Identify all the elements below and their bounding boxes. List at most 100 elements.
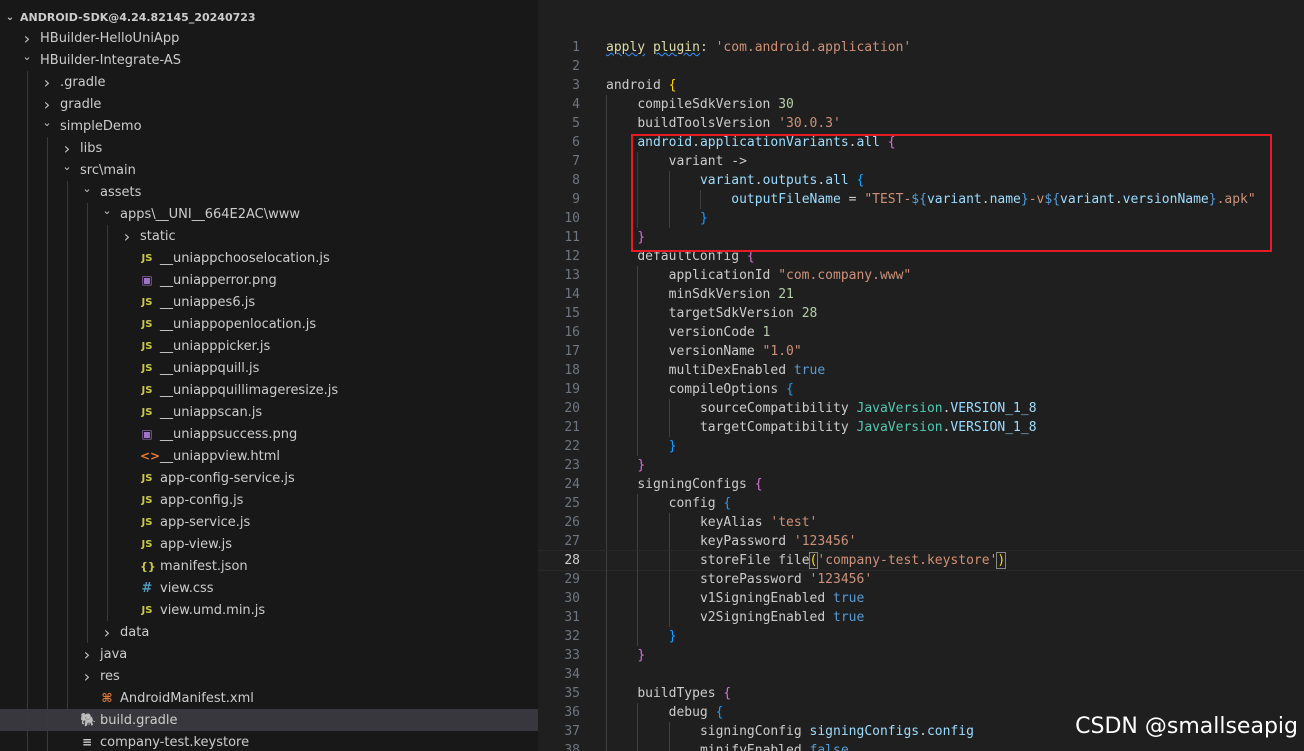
tree-indent-guide	[107, 225, 108, 621]
line-number: 29	[564, 572, 580, 587]
code-line[interactable]: 34	[538, 665, 1304, 684]
code-line[interactable]: 14 minSdkVersion 21	[538, 285, 1304, 304]
code-line[interactable]: 15 targetSdkVersion 28	[538, 304, 1304, 323]
code-token: multiDexEnabled	[668, 363, 787, 378]
tree-file[interactable]: JS app-config-service.js	[0, 467, 538, 489]
indent-guide	[606, 95, 607, 114]
code-line[interactable]: 35 buildTypes {	[538, 684, 1304, 703]
indent-guide	[637, 722, 639, 741]
code-text: targetSdkVersion 28	[669, 304, 818, 323]
code-line[interactable]: 1 apply plugin: 'com.android.application'	[538, 38, 1304, 57]
tree-folder[interactable]: › data	[0, 621, 538, 643]
tree-folder[interactable]: › static	[0, 225, 538, 247]
code-line[interactable]: 21 targetCompatibility JavaVersion.VERSIO…	[538, 418, 1304, 437]
tree-file[interactable]: JS app-config.js	[0, 489, 538, 511]
code-line[interactable]: 24 signingConfigs {	[538, 475, 1304, 494]
indent-guide	[668, 741, 670, 751]
line-number: 4	[572, 97, 580, 112]
code-line[interactable]: 5 buildToolsVersion '30.0.3'	[538, 114, 1304, 133]
code-text: storeFile file('company-test.keystore')	[700, 551, 1007, 570]
code-line[interactable]: 13 applicationId "com.company.www"	[538, 266, 1304, 285]
js-file-icon: JS	[141, 472, 153, 484]
tree-indent-guide	[27, 71, 28, 751]
tree-item-label: __uniappchooselocation.js	[160, 250, 330, 266]
tree-item-label: res	[100, 668, 120, 684]
tree-file[interactable]: {} manifest.json	[0, 555, 538, 577]
code-line[interactable]: 26 keyAlias 'test'	[538, 513, 1304, 532]
code-line[interactable]: 29 storePassword '123456'	[538, 570, 1304, 589]
code-line[interactable]: 2	[538, 57, 1304, 76]
code-line[interactable]: 33}	[538, 646, 1304, 665]
tree-file[interactable]: 🐘 build.gradle	[0, 709, 538, 731]
code-token: '123456'	[809, 572, 873, 587]
code-token: }	[668, 629, 677, 644]
indent-guide	[606, 456, 607, 475]
code-editor[interactable]: 1 apply plugin: 'com.android.application'…	[538, 0, 1304, 751]
tree-file[interactable]: JS __uniappscan.js	[0, 401, 538, 423]
code-line[interactable]: 32}	[538, 627, 1304, 646]
code-line[interactable]: 3 android {	[538, 76, 1304, 95]
explorer-root-header[interactable]: ⌄ ANDROID-SDK@4.24.82145_20240723	[0, 6, 538, 28]
code-line[interactable]: 22}	[538, 437, 1304, 456]
code-line[interactable]: 20 sourceCompatibility JavaVersion.VERSIO…	[538, 399, 1304, 418]
tree-item-label: __uniappopenlocation.js	[160, 316, 317, 332]
tree-folder[interactable]: › res	[0, 665, 538, 687]
code-line[interactable]: 4 compileSdkVersion 30	[538, 95, 1304, 114]
code-token: storePassword	[699, 572, 802, 587]
tree-indent-guide	[87, 203, 88, 643]
tree-file[interactable]: JS __uniappopenlocation.js	[0, 313, 538, 335]
code-line[interactable]: 17 versionName "1.0"	[538, 342, 1304, 361]
code-token: 'com.android.application'	[715, 40, 912, 55]
code-line[interactable]: 27 keyPassword '123456'	[538, 532, 1304, 551]
indent-guide	[637, 380, 639, 399]
line-number: 8	[572, 173, 580, 188]
tree-file[interactable]: <> __uniappview.html	[0, 445, 538, 467]
code-line[interactable]: 31 v2SigningEnabled true	[538, 608, 1304, 627]
code-token: :	[699, 40, 716, 55]
code-token: targetCompatibility	[699, 420, 849, 435]
code-line[interactable]: 16 versionCode 1	[538, 323, 1304, 342]
line-number: 20	[564, 401, 580, 416]
code-line[interactable]: 23}	[538, 456, 1304, 475]
code-line[interactable]: 25 config {	[538, 494, 1304, 513]
tree-folder[interactable]: › gradle	[0, 93, 538, 115]
tree-folder[interactable]: ⌄ assets	[0, 181, 538, 203]
tree-file[interactable]: JS __uniappchooselocation.js	[0, 247, 538, 269]
code-token: 30	[778, 97, 794, 112]
tree-file[interactable]: # view.css	[0, 577, 538, 599]
tree-file[interactable]: ≡ company-test.keystore	[0, 731, 538, 751]
tree-file[interactable]: JS __uniappes6.js	[0, 291, 538, 313]
code-text: config {	[669, 494, 732, 513]
tree-file[interactable]: JS app-view.js	[0, 533, 538, 555]
tree-file[interactable]: JS __uniappquill.js	[0, 357, 538, 379]
code-line[interactable]: 18 multiDexEnabled true	[538, 361, 1304, 380]
tree-file[interactable]: JS __uniapppicker.js	[0, 335, 538, 357]
tree-folder[interactable]: ⌄ HBuilder-Integrate-AS	[0, 49, 538, 71]
tree-folder[interactable]: › HBuilder-HelloUniApp	[0, 27, 538, 49]
watermark: CSDN @smallseapig	[1075, 714, 1298, 739]
code-line[interactable]: 19 compileOptions {	[538, 380, 1304, 399]
code-line[interactable]: 30 v1SigningEnabled true	[538, 589, 1304, 608]
tree-file[interactable]: JS app-service.js	[0, 511, 538, 533]
tree-file[interactable]: ▣ __uniapperror.png	[0, 269, 538, 291]
tree-folder[interactable]: ⌄ apps\__UNI__664E2AC\www	[0, 203, 538, 225]
code-text: }	[669, 437, 677, 456]
tree-file[interactable]: ▣ __uniappsuccess.png	[0, 423, 538, 445]
tree-file[interactable]: JS __uniappquillimageresize.js	[0, 379, 538, 401]
tree-folder[interactable]: › .gradle	[0, 71, 538, 93]
line-number: 11	[564, 230, 580, 245]
tree-folder[interactable]: ⌄ simpleDemo	[0, 115, 538, 137]
tree-folder[interactable]: › java	[0, 643, 538, 665]
tree-file[interactable]: ⌘ AndroidManifest.xml	[0, 687, 538, 709]
code-line[interactable]: 38 minifyEnabled false	[538, 741, 1304, 751]
indent-guide	[606, 152, 607, 171]
code-line[interactable]: 28 storeFile file('company-test.keystore'…	[538, 550, 1304, 571]
tree-folder[interactable]: › libs	[0, 137, 538, 159]
code-token: v2SigningEnabled	[699, 610, 826, 625]
tree-file[interactable]: JS view.umd.min.js	[0, 599, 538, 621]
code-text: }	[637, 646, 645, 665]
chevron-down-icon: ⌄	[42, 115, 52, 129]
